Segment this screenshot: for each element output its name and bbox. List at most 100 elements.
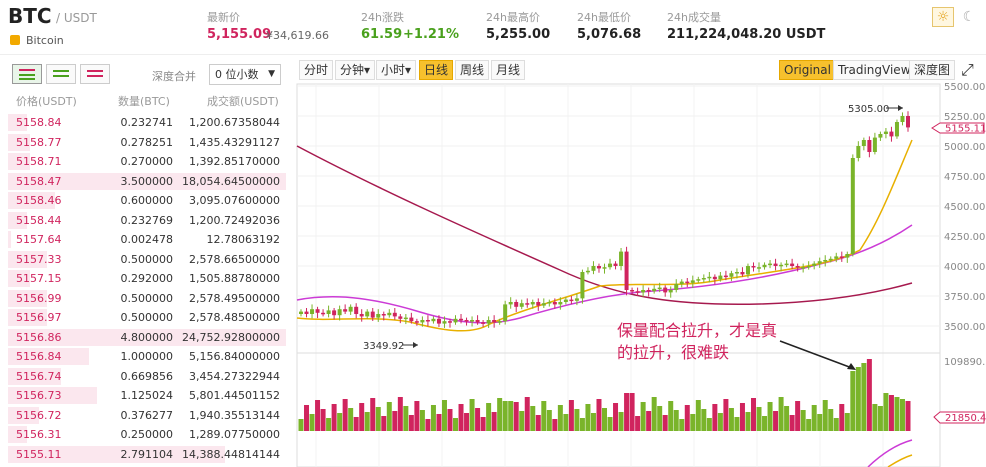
candle-body [839, 256, 844, 258]
candle-body [768, 263, 773, 266]
candle-body [795, 266, 800, 268]
volume-bar [475, 408, 481, 431]
candle-body [381, 314, 386, 316]
volume-bar [585, 404, 591, 431]
volume-bar [486, 403, 492, 431]
candle-body [514, 302, 519, 307]
volume-bar [624, 393, 630, 431]
price-tick: 3750.00 [944, 292, 985, 303]
candle-body [762, 264, 767, 268]
volume-bar [491, 412, 497, 431]
volume-bar [502, 401, 508, 431]
candle-body [790, 263, 795, 266]
candle-body [359, 314, 364, 317]
volume-bar [717, 413, 723, 431]
volume-bar [844, 413, 850, 431]
volume-bar [403, 406, 409, 431]
volume-bar [353, 417, 359, 431]
volume-bar [806, 419, 812, 431]
volume-bar [773, 411, 779, 431]
candle-body [850, 158, 855, 254]
candle-body [354, 306, 359, 314]
volume-bar [320, 409, 326, 431]
candle-body [310, 309, 315, 314]
candle-body [420, 320, 425, 323]
candle-body [685, 281, 690, 284]
volume-bar [453, 418, 459, 431]
candle-body [723, 275, 728, 278]
candle-body [365, 311, 370, 317]
volume-bar [789, 415, 795, 431]
volume-bar [877, 406, 883, 431]
candle-body [370, 311, 375, 318]
volume-bar [541, 401, 547, 431]
volume-bar [469, 399, 475, 431]
candle-body [519, 303, 524, 307]
volume-bar [326, 418, 332, 431]
volume-bar [850, 371, 856, 431]
candle-body [481, 322, 486, 324]
price-tick: 5000.00 [944, 142, 985, 153]
volume-bar [872, 404, 878, 431]
candle-body [541, 303, 546, 306]
volume-bar [425, 419, 431, 431]
candle-body [828, 258, 833, 261]
candle-body [641, 290, 646, 293]
candle-body [442, 321, 447, 324]
candle-body [348, 306, 353, 312]
volume-bar [861, 363, 867, 431]
volume-bar [513, 402, 519, 431]
candle-body [453, 318, 458, 323]
volume-bar [342, 399, 348, 431]
volume-bar [618, 412, 624, 431]
volume-bar [800, 410, 806, 431]
vol-tick-max: 109890.13 [944, 357, 986, 368]
candle-body [304, 311, 309, 314]
volume-bar [480, 417, 486, 431]
candle-body [497, 321, 502, 323]
volume-bar [817, 414, 823, 431]
volume-bar [784, 406, 790, 431]
volume-bar [899, 399, 905, 431]
candle-body [663, 287, 668, 293]
low-marker-label: 3349.92 [363, 341, 404, 352]
volume-bar [304, 405, 310, 431]
candle-body [817, 261, 822, 264]
candle-body [558, 302, 563, 305]
high-marker-label: 5305.00 [848, 104, 889, 115]
candle-body [729, 273, 734, 277]
candle-body [823, 260, 828, 262]
volume-bar [695, 400, 701, 431]
candle-body [563, 299, 568, 302]
candle-body [470, 320, 475, 322]
candle-body [707, 276, 712, 279]
candle-body [734, 272, 739, 274]
candle-body [740, 272, 745, 275]
price-tick: 5500.00 [944, 82, 985, 93]
candle-body [872, 137, 877, 152]
volume-bar [883, 393, 889, 431]
candle-body [536, 302, 541, 306]
volume-bar [464, 413, 470, 431]
volume-bar [762, 416, 768, 431]
volume-bar [568, 400, 574, 431]
volume-bar [596, 399, 602, 431]
volume-bar [745, 412, 751, 431]
price-tick: 5250.00 [944, 112, 985, 123]
volume-bar [651, 397, 657, 431]
volume-bar [574, 409, 580, 431]
volume-bar [458, 404, 464, 431]
volume-bar [331, 404, 337, 431]
volume-bar [679, 419, 685, 431]
candle-body [596, 266, 601, 269]
candle-body [315, 309, 320, 313]
price-tick: 4750.00 [944, 172, 985, 183]
candle-body [585, 270, 590, 273]
candle-body [712, 276, 717, 280]
volume-bar [855, 367, 861, 431]
volume-bar [519, 411, 525, 431]
candle-body [613, 263, 618, 266]
candle-body [894, 122, 899, 137]
volume-bar [530, 406, 536, 431]
volume-bar [811, 405, 817, 431]
